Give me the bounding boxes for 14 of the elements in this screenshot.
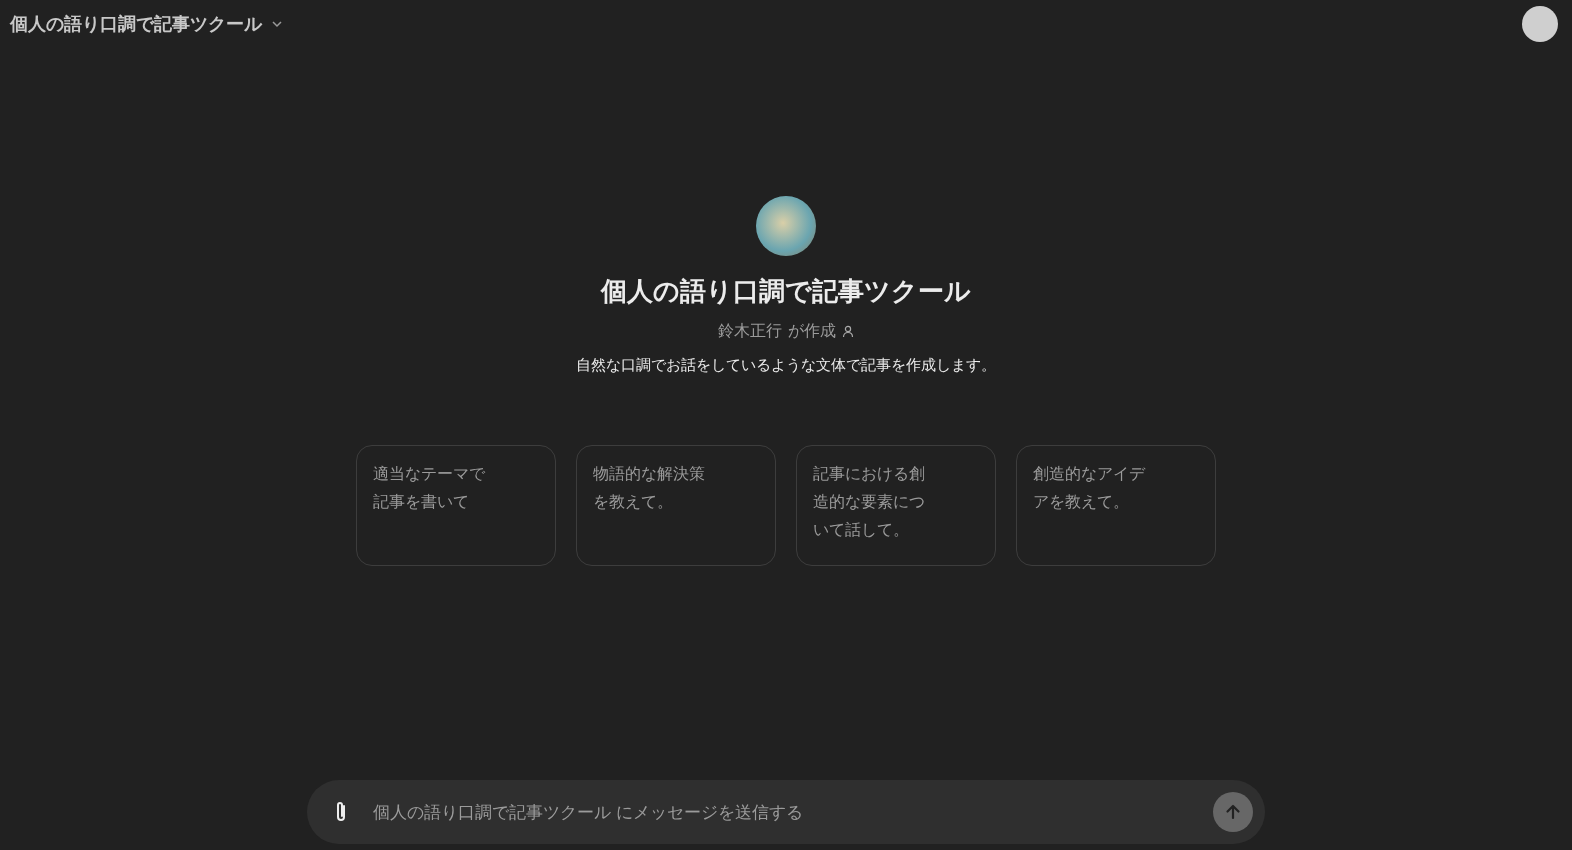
gpt-description: 自然な口調でお話をしているような文体で記事を作成します。 xyxy=(576,356,996,375)
suggestion-card[interactable]: 記事における創造的な要素について話して。 xyxy=(796,445,996,566)
message-input-field[interactable]: 個人の語り口調で記事ツクール にメッセージを送信する xyxy=(371,801,1193,823)
gpt-logo-image xyxy=(756,196,816,256)
author-label: 鈴木正行 が作成 xyxy=(718,321,836,342)
suggestion-card[interactable]: 物語的な解決策を教えて。 xyxy=(576,445,776,566)
arrow-up-icon xyxy=(1224,803,1242,821)
gpt-name: 個人の語り口調で記事ツクール xyxy=(601,275,971,308)
suggestion-card[interactable]: 創造的なアイデアを教えて。 xyxy=(1016,445,1216,566)
user-avatar[interactable] xyxy=(1522,6,1558,42)
suggestion-card[interactable]: 適当なテーマで記事を書いて xyxy=(356,445,556,566)
message-composer[interactable]: 個人の語り口調で記事ツクール にメッセージを送信する xyxy=(307,780,1265,844)
person-icon xyxy=(841,325,854,338)
gpt-menu-button[interactable]: 個人の語り口調で記事ツクール xyxy=(10,12,284,36)
